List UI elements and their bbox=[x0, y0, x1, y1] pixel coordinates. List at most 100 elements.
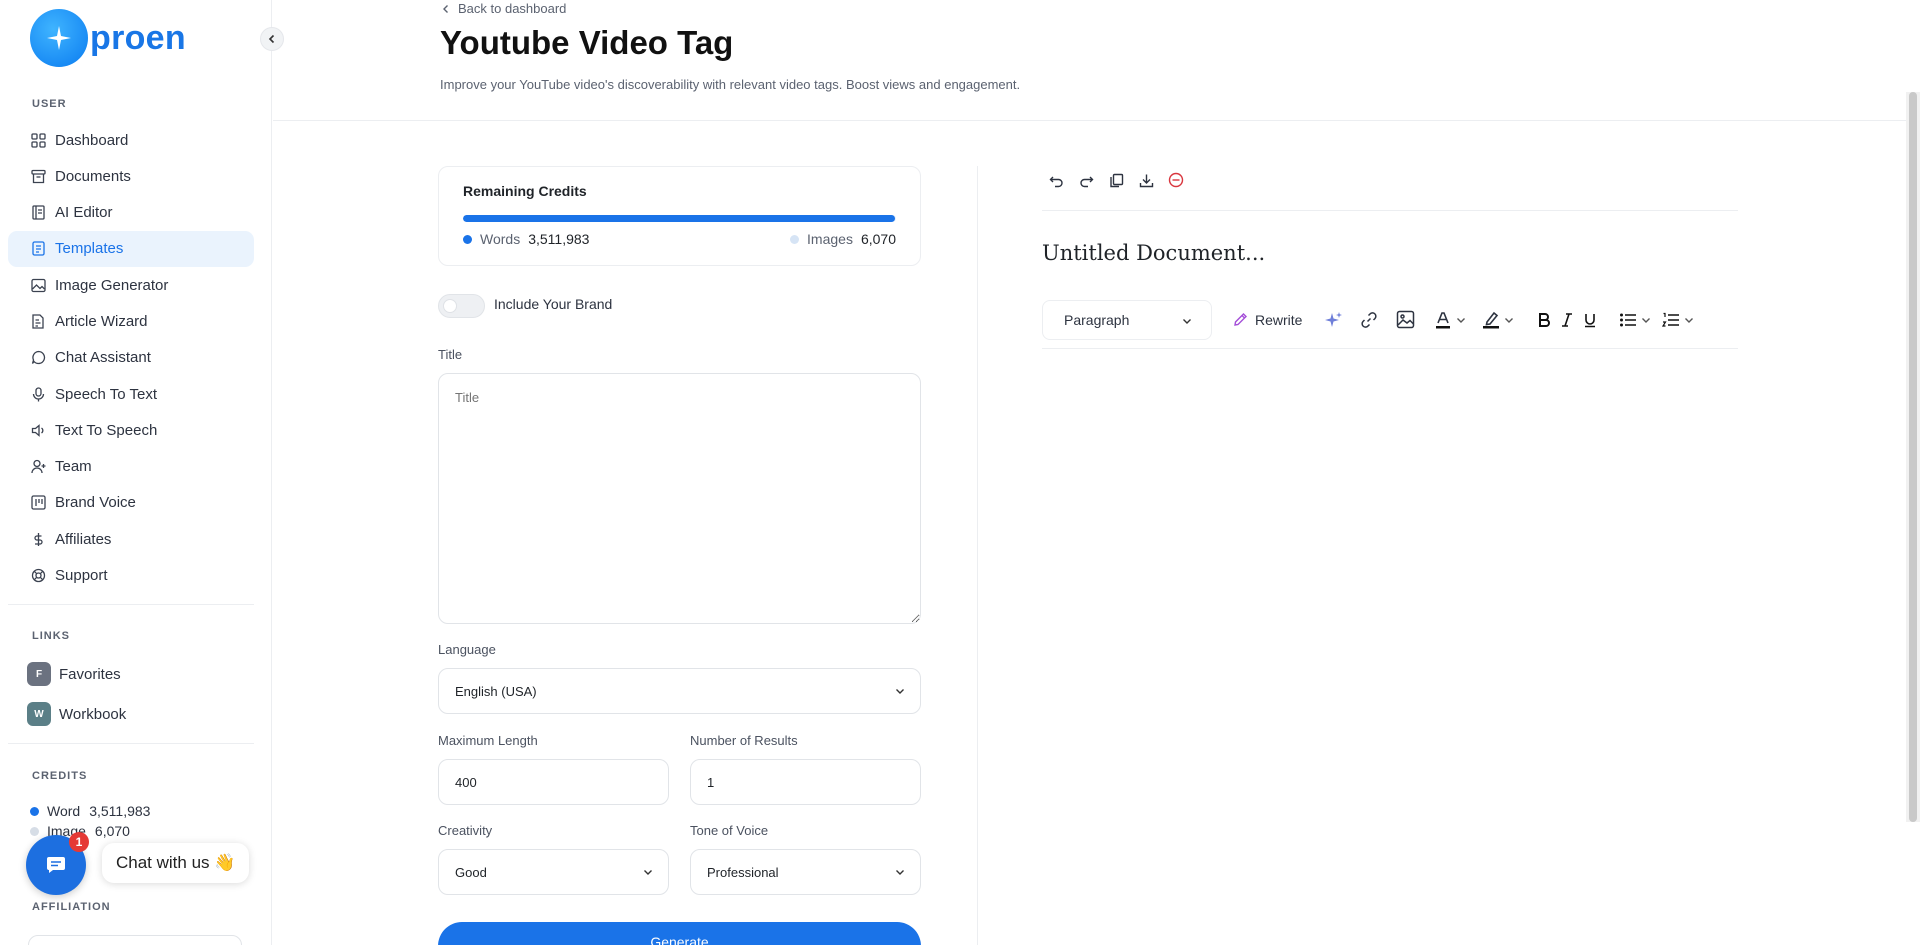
sidebar-item-label: Documents bbox=[55, 167, 131, 185]
link-label: Favorites bbox=[59, 665, 121, 683]
logo[interactable]: proen bbox=[30, 9, 186, 67]
title-input[interactable] bbox=[438, 373, 921, 624]
link-icon[interactable] bbox=[1360, 308, 1378, 332]
bullet-list-icon[interactable] bbox=[1619, 308, 1637, 332]
bold-icon[interactable] bbox=[1537, 308, 1551, 332]
credits-progress-bar bbox=[463, 215, 896, 222]
sidebar-item-templates[interactable]: Templates bbox=[8, 230, 254, 267]
insert-image-icon[interactable] bbox=[1396, 308, 1415, 332]
chevron-down-icon[interactable] bbox=[1640, 308, 1652, 332]
sidebar-item-text-to-speech[interactable]: Text To Speech bbox=[8, 412, 254, 448]
back-to-dashboard-link[interactable]: Back to dashboard bbox=[440, 1, 566, 16]
include-brand-toggle[interactable] bbox=[438, 294, 485, 318]
num-results-input[interactable]: 1 bbox=[690, 759, 921, 805]
max-length-value: 400 bbox=[455, 774, 477, 790]
grid-icon bbox=[30, 132, 46, 148]
link-badge: W bbox=[27, 702, 51, 726]
sidebar-item-team[interactable]: Team bbox=[8, 449, 254, 485]
undo-icon[interactable] bbox=[1046, 170, 1066, 190]
underline-icon[interactable] bbox=[1583, 308, 1597, 332]
sidebar-item-affiliates[interactable]: Affiliates bbox=[8, 521, 254, 557]
num-results-label: Number of Results bbox=[690, 733, 798, 748]
highlight-icon[interactable] bbox=[1481, 308, 1501, 332]
tone-select[interactable]: Professional bbox=[690, 849, 921, 895]
numbered-list-icon[interactable] bbox=[1662, 308, 1680, 332]
generate-button[interactable]: Generate bbox=[438, 922, 921, 945]
section-label-credits: CREDITS bbox=[32, 770, 88, 782]
italic-icon[interactable] bbox=[1561, 308, 1573, 332]
file-edit-icon bbox=[30, 313, 46, 329]
sidebar-credit-word: Word 3,511,983 bbox=[30, 803, 150, 819]
sidebar-item-brand-voice[interactable]: Brand Voice bbox=[8, 485, 254, 521]
layout-icon bbox=[30, 495, 46, 511]
file-text-icon bbox=[30, 241, 46, 257]
language-value: English (USA) bbox=[455, 683, 537, 699]
chevron-down-icon bbox=[896, 689, 904, 694]
max-length-input[interactable]: 400 bbox=[438, 759, 669, 805]
sidebar-item-label: AI Editor bbox=[55, 204, 113, 222]
scrollbar-thumb[interactable] bbox=[1909, 92, 1917, 822]
sidebar-item-label: Team bbox=[55, 458, 92, 476]
redo-icon[interactable] bbox=[1076, 170, 1096, 190]
sidebar-item-article-wizard[interactable]: Article Wizard bbox=[8, 303, 254, 339]
sidebar-item-label: Templates bbox=[55, 240, 124, 258]
remaining-credits-card: Remaining Credits Words 3,511,983 Images… bbox=[438, 166, 921, 266]
page-description: Improve your YouTube video's discoverabi… bbox=[440, 77, 1021, 92]
section-label-affiliation: AFFILIATION bbox=[32, 901, 111, 913]
message-circle-icon bbox=[30, 350, 46, 366]
images-value: 6,070 bbox=[860, 231, 896, 247]
chat-icon bbox=[47, 857, 65, 873]
credit-image-value: 6,070 bbox=[94, 823, 130, 839]
images-dot bbox=[790, 234, 800, 244]
ai-sparkle-icon[interactable] bbox=[1324, 308, 1344, 332]
tone-label: Tone of Voice bbox=[690, 823, 769, 838]
chevron-down-icon[interactable] bbox=[1503, 308, 1515, 332]
creativity-select[interactable]: Good bbox=[438, 849, 669, 895]
download-icon[interactable] bbox=[1136, 170, 1156, 190]
panel-divider bbox=[977, 166, 978, 945]
chevron-down-icon bbox=[896, 870, 904, 875]
chevron-down-icon bbox=[644, 870, 652, 875]
sidebar-link-workbook[interactable]: W Workbook bbox=[27, 702, 126, 726]
paragraph-select-value: Paragraph bbox=[1064, 311, 1130, 328]
header-divider bbox=[273, 120, 1920, 121]
sidebar-item-label: Support bbox=[55, 567, 108, 585]
text-color-icon[interactable] bbox=[1433, 308, 1453, 332]
sidebar-link-favorites[interactable]: F Favorites bbox=[27, 662, 121, 686]
chevron-down-icon[interactable] bbox=[1455, 308, 1467, 332]
credits-progress-fill bbox=[463, 215, 896, 222]
copy-icon[interactable] bbox=[1106, 170, 1126, 190]
sidebar-item-dashboard[interactable]: Dashboard bbox=[8, 122, 254, 158]
paragraph-select[interactable]: Paragraph bbox=[1042, 299, 1212, 340]
chat-with-us-bubble[interactable]: Chat with us 👋 bbox=[102, 843, 250, 883]
collapse-sidebar-button[interactable] bbox=[260, 27, 284, 51]
user-plus-icon bbox=[30, 459, 46, 475]
sidebar-item-documents[interactable]: Documents bbox=[8, 158, 254, 194]
sidebar-item-image-generator[interactable]: Image Generator bbox=[8, 267, 254, 303]
remove-circle-icon[interactable] bbox=[1166, 170, 1186, 190]
chevron-down-icon[interactable] bbox=[1683, 308, 1695, 332]
credit-word-value: 3,511,983 bbox=[89, 803, 151, 819]
sidebar-item-ai-editor[interactable]: AI Editor bbox=[8, 195, 254, 231]
sidebar-item-speech-to-text[interactable]: Speech To Text bbox=[8, 376, 254, 412]
include-brand-label: Include Your Brand bbox=[494, 296, 613, 312]
sidebar-item-label: Brand Voice bbox=[55, 494, 136, 512]
sidebar-item-label: Dashboard bbox=[55, 131, 129, 149]
page-scrollbar[interactable] bbox=[1906, 92, 1920, 822]
link-badge: F bbox=[27, 662, 51, 686]
sidebar-item-chat-assistant[interactable]: Chat Assistant bbox=[8, 340, 254, 376]
words-dot bbox=[463, 234, 472, 244]
document-title[interactable]: Untitled Document... bbox=[1042, 241, 1265, 265]
archive-icon bbox=[30, 168, 46, 184]
chevron-left-icon bbox=[443, 4, 448, 13]
credits-title: Remaining Credits bbox=[463, 183, 587, 199]
rewrite-button[interactable]: Rewrite bbox=[1232, 311, 1302, 328]
language-select[interactable]: English (USA) bbox=[438, 668, 921, 714]
book-icon bbox=[30, 205, 46, 221]
sidebar-item-label: Image Generator bbox=[55, 276, 169, 294]
creativity-value: Good bbox=[455, 864, 487, 880]
credits-images: Images 6,070 bbox=[790, 231, 896, 247]
tone-value: Professional bbox=[707, 864, 779, 880]
sidebar-item-support[interactable]: Support bbox=[8, 558, 254, 594]
sidebar-item-label: Text To Speech bbox=[55, 421, 158, 439]
